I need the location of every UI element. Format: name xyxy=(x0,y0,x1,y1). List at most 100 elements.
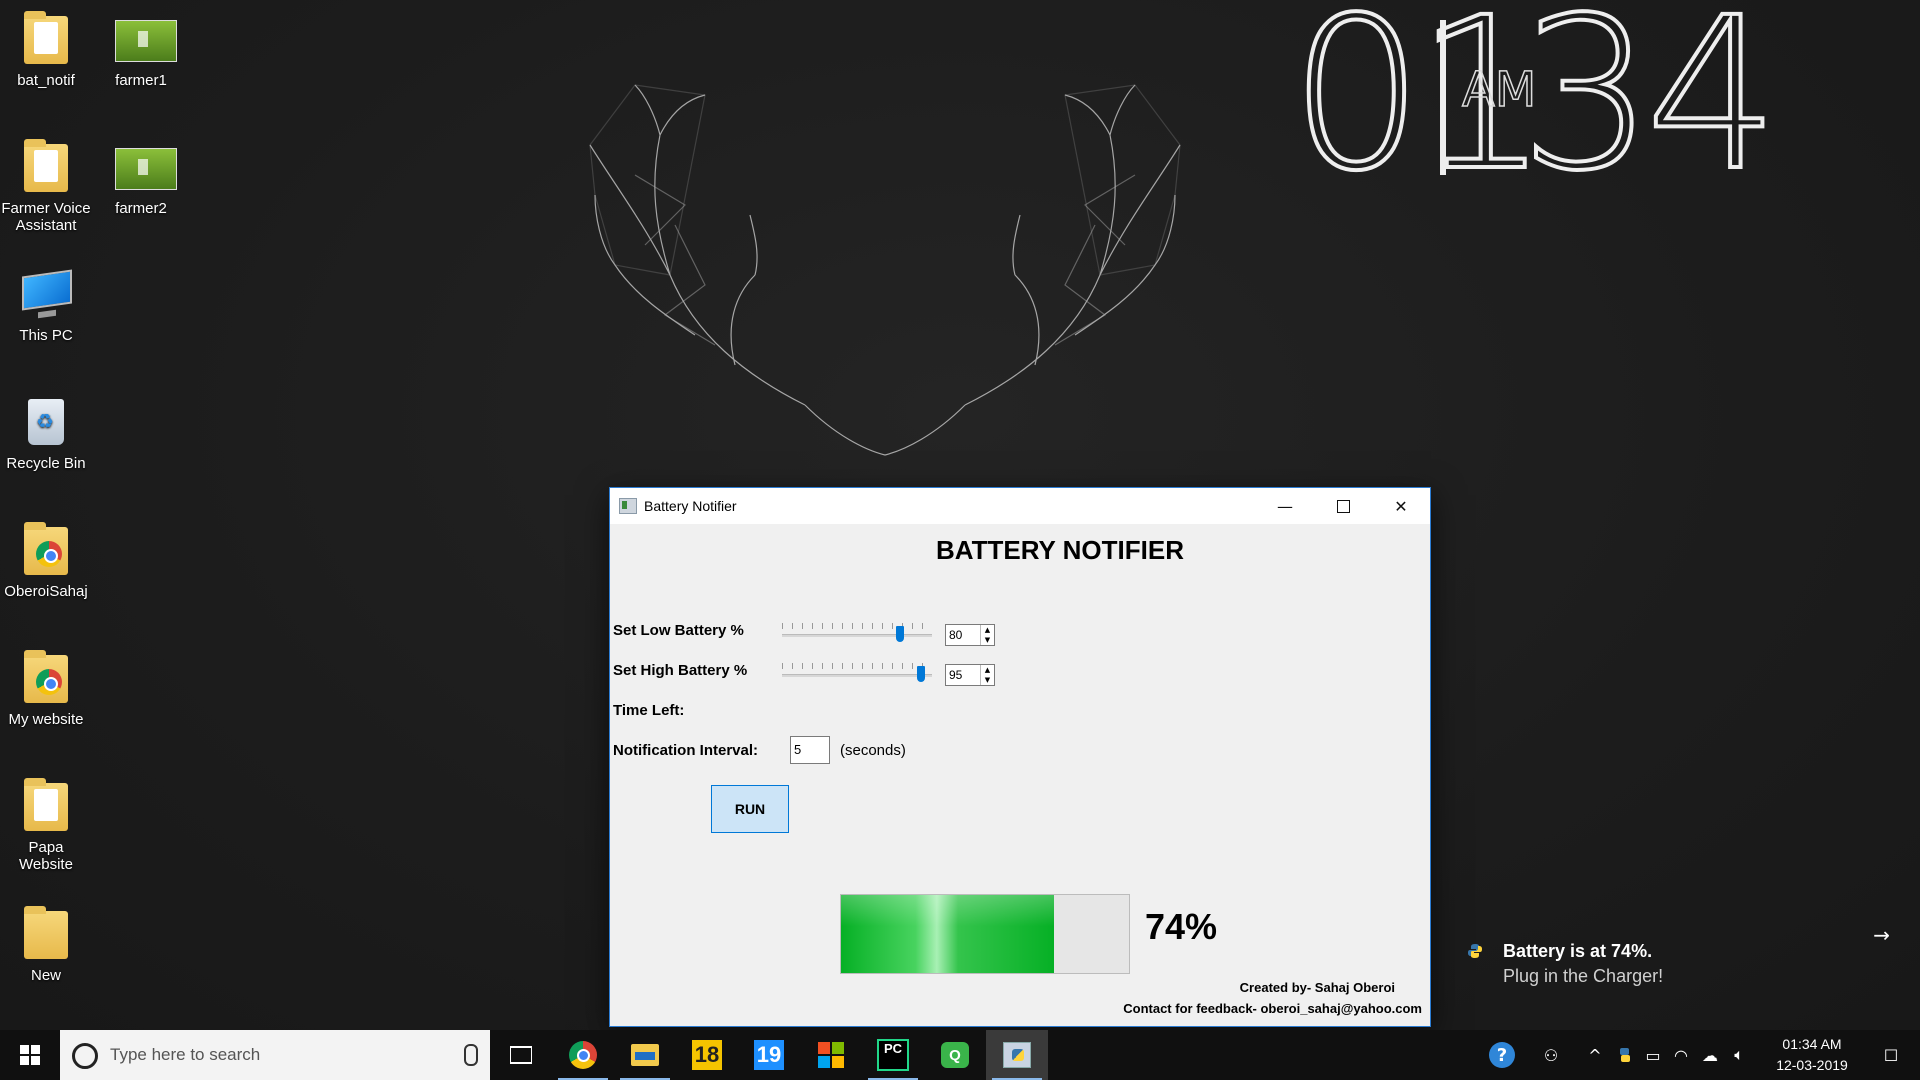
high-battery-slider-thumb[interactable] xyxy=(916,666,925,682)
app-19-icon: 19 xyxy=(754,1040,784,1070)
folder-icon xyxy=(20,10,72,68)
desktop-icon-label: OberoiSahaj xyxy=(4,583,88,600)
clock-separator xyxy=(1440,20,1446,175)
chrome-icon xyxy=(569,1041,597,1069)
taskbar-file-explorer[interactable] xyxy=(614,1030,676,1080)
slider-ticks xyxy=(782,663,932,669)
desktop-icon-this-pc[interactable]: This PC xyxy=(0,265,92,344)
credit-text: Created by- Sahaj Oberoi xyxy=(1239,980,1395,995)
help-tray-button[interactable]: ? xyxy=(1484,1030,1520,1080)
contact-text: Contact for feedback- oberoi_sahaj@yahoo… xyxy=(1123,1001,1422,1016)
time-left-label: Time Left: xyxy=(613,702,685,719)
taskbar-battery-notifier[interactable] xyxy=(986,1030,1048,1080)
high-battery-spinbox[interactable]: 95 ▲ ▼ xyxy=(945,664,995,686)
taskbar-app-19[interactable]: 19 xyxy=(738,1030,800,1080)
battery-toast-notification[interactable]: Battery is at 74%. Plug in the Charger! … xyxy=(1435,905,1920,1025)
taskbar-time: 01:34 AM xyxy=(1782,1036,1842,1052)
high-battery-slider[interactable] xyxy=(782,663,932,684)
taskbar: Type here to search 18 19 PC Q ? ⚇ ^ ▭ ◠ xyxy=(0,1030,1920,1080)
desktop-icon-papa-website[interactable]: Papa Website xyxy=(0,777,92,873)
desktop-icon-oberoisahaj[interactable]: OberoiSahaj xyxy=(0,521,92,600)
python-tray-icon[interactable] xyxy=(1612,1030,1638,1080)
wifi-tray-icon[interactable]: ◠ xyxy=(1668,1030,1694,1080)
python-icon xyxy=(1468,944,1482,958)
taskbar-microsoft-app[interactable] xyxy=(800,1030,862,1080)
folder-icon xyxy=(20,777,72,835)
notification-interval-value: 5 xyxy=(794,742,802,757)
action-center-notifications-icon[interactable]: ☐ xyxy=(1862,1030,1920,1080)
spin-arrows-icon[interactable]: ▲ ▼ xyxy=(980,625,994,645)
taskbar-app-18[interactable]: 18 xyxy=(676,1030,738,1080)
low-battery-value: 80 xyxy=(949,628,963,642)
high-battery-value: 95 xyxy=(949,668,963,682)
clock-minutes: 34 xyxy=(1518,0,1781,217)
desktop-icon-label: farmer1 xyxy=(115,72,167,89)
taskbar-clock[interactable]: 01:34 AM 12-03-2019 xyxy=(1762,1034,1862,1076)
low-battery-label: Set Low Battery % xyxy=(613,622,744,639)
minimize-button[interactable]: — xyxy=(1256,488,1314,524)
antlers-artwork xyxy=(589,84,1181,456)
toast-message: Plug in the Charger! xyxy=(1503,966,1664,986)
desktop-icon-farmer-voice-assistant[interactable]: Farmer Voice Assistant xyxy=(0,138,92,234)
low-battery-spinbox[interactable]: 80 ▲ ▼ xyxy=(945,624,995,646)
file-explorer-icon xyxy=(631,1044,659,1066)
taskbar-green-app[interactable]: Q xyxy=(924,1030,986,1080)
maximize-icon xyxy=(1336,499,1350,513)
maximize-button[interactable] xyxy=(1314,488,1372,524)
show-hidden-icons-chevron-icon[interactable]: ^ xyxy=(1582,1030,1608,1080)
app-icon xyxy=(619,498,637,514)
low-battery-slider[interactable] xyxy=(782,623,932,644)
low-battery-slider-thumb[interactable] xyxy=(895,626,904,642)
chrome-shortcut-icon xyxy=(20,649,72,707)
chrome-shortcut-icon xyxy=(20,521,72,579)
toast-title: Battery is at 74%. xyxy=(1503,941,1653,961)
green-app-icon: Q xyxy=(941,1042,969,1068)
battery-notifier-window: Battery Notifier — ✕ BATTERY NOTIFIER Se… xyxy=(609,487,1431,1027)
desktop-icon-label: My website xyxy=(8,711,84,728)
taskbar-chrome[interactable] xyxy=(552,1030,614,1080)
app-18-icon: 18 xyxy=(692,1040,722,1070)
onedrive-cloud-icon[interactable]: ☁ xyxy=(1697,1030,1723,1080)
notification-interval-label: Notification Interval: xyxy=(613,742,759,759)
battery-progress-bar xyxy=(840,894,1130,974)
desktop-icon-bat-notif[interactable]: bat_notif xyxy=(0,10,92,89)
desktop-icon-new[interactable]: New xyxy=(0,905,92,984)
recycle-bin-icon xyxy=(20,393,72,451)
window-titlebar[interactable]: Battery Notifier — ✕ xyxy=(610,488,1430,524)
battery-tray-icon[interactable]: ▭ xyxy=(1640,1030,1666,1080)
task-view-button[interactable] xyxy=(490,1030,552,1080)
microphone-icon[interactable] xyxy=(464,1044,478,1066)
python-icon xyxy=(1620,1048,1630,1062)
desktop-icon-farmer2[interactable]: farmer2 xyxy=(95,138,187,217)
python-app-icon xyxy=(1003,1042,1031,1068)
slider-track xyxy=(782,674,932,677)
taskbar-pycharm[interactable]: PC xyxy=(862,1030,924,1080)
notification-interval-input[interactable]: 5 xyxy=(790,736,830,764)
slider-track xyxy=(782,634,932,637)
desktop-icon-my-website[interactable]: My website xyxy=(0,649,92,728)
desktop-icon-farmer1[interactable]: farmer1 xyxy=(95,10,187,89)
image-thumbnail-icon xyxy=(115,10,177,68)
taskbar-search-box[interactable]: Type here to search xyxy=(60,1030,490,1080)
close-button[interactable]: ✕ xyxy=(1372,488,1430,524)
desktop-icon-label: bat_notif xyxy=(17,72,75,89)
start-button[interactable] xyxy=(0,1030,60,1080)
app-heading: BATTERY NOTIFIER xyxy=(936,535,1184,565)
run-button[interactable]: RUN xyxy=(711,785,789,833)
desktop-icon-recycle-bin[interactable]: Recycle Bin xyxy=(0,393,92,472)
windows-logo-icon xyxy=(20,1045,40,1065)
folder-icon xyxy=(20,905,72,963)
spin-arrows-icon[interactable]: ▲ ▼ xyxy=(980,665,994,685)
computer-icon xyxy=(20,265,72,323)
desktop-clock-widget: 01 AM 34 xyxy=(1288,0,1781,202)
slider-ticks xyxy=(782,623,932,629)
help-icon: ? xyxy=(1489,1042,1515,1068)
toast-expand-arrow-icon[interactable]: → xyxy=(1873,923,1890,947)
image-thumbnail-icon xyxy=(115,138,177,196)
volume-tray-icon[interactable]: 🔈︎ xyxy=(1726,1030,1752,1080)
task-view-icon xyxy=(510,1046,532,1064)
desktop-icon-label: Papa Website xyxy=(19,839,73,873)
people-tray-button[interactable]: ⚇ xyxy=(1535,1030,1567,1080)
taskbar-date: 12-03-2019 xyxy=(1776,1057,1848,1073)
high-battery-label: Set High Battery % xyxy=(613,662,748,679)
